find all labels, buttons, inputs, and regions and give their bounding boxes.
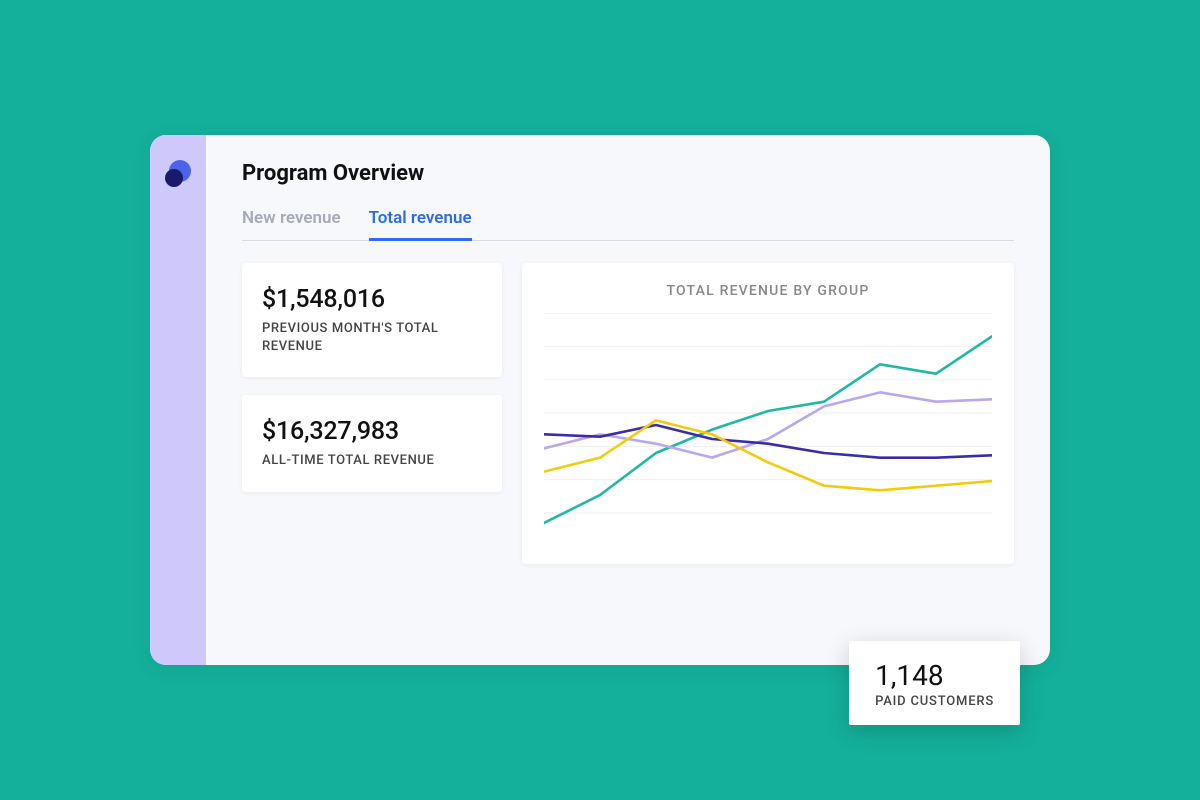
callout-value: 1,148 bbox=[875, 659, 994, 692]
main-panel: Program Overview New revenue Total reven… bbox=[206, 135, 1050, 665]
callout-paid-customers: 1,148 PAID CUSTOMERS bbox=[849, 641, 1020, 725]
chart-card: TOTAL REVENUE BY GROUP bbox=[522, 263, 1014, 564]
line-chart bbox=[544, 313, 992, 546]
chart-area bbox=[544, 313, 992, 546]
stat-label: PREVIOUS MONTH'S TOTAL REVENUE bbox=[262, 320, 482, 355]
app-logo-icon bbox=[163, 159, 193, 189]
stat-label: ALL-TIME TOTAL REVENUE bbox=[262, 452, 482, 470]
stat-card-all-time: $16,327,983 ALL-TIME TOTAL REVENUE bbox=[242, 395, 502, 492]
stat-value: $16,327,983 bbox=[262, 417, 482, 446]
chart-title: TOTAL REVENUE BY GROUP bbox=[544, 283, 992, 299]
content-row: $1,548,016 PREVIOUS MONTH'S TOTAL REVENU… bbox=[242, 263, 1014, 564]
sidebar bbox=[150, 135, 206, 665]
stat-column: $1,548,016 PREVIOUS MONTH'S TOTAL REVENU… bbox=[242, 263, 502, 564]
page-title: Program Overview bbox=[242, 161, 1014, 186]
stat-value: $1,548,016 bbox=[262, 285, 482, 314]
callout-label: PAID CUSTOMERS bbox=[875, 694, 994, 709]
tab-new-revenue[interactable]: New revenue bbox=[242, 208, 341, 241]
dashboard-card: Program Overview New revenue Total reven… bbox=[150, 135, 1050, 665]
stat-card-previous-month: $1,548,016 PREVIOUS MONTH'S TOTAL REVENU… bbox=[242, 263, 502, 377]
tab-total-revenue[interactable]: Total revenue bbox=[369, 208, 472, 241]
tabs: New revenue Total revenue bbox=[242, 208, 1014, 241]
